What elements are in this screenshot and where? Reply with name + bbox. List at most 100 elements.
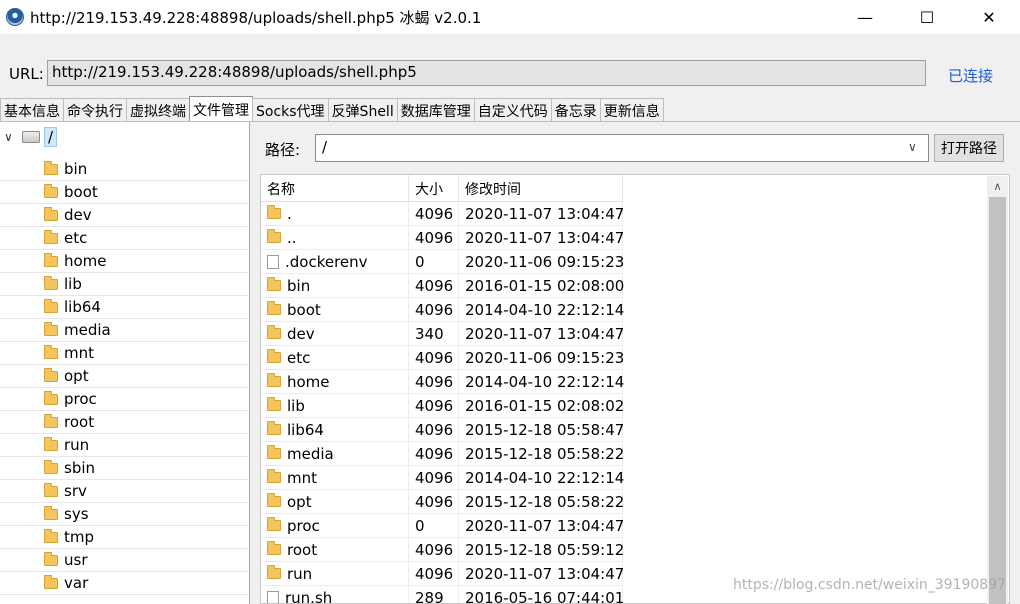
tree-item-tmp[interactable]: tmp	[0, 526, 248, 549]
tab-7[interactable]: 自定义代码	[473, 98, 552, 122]
cell-size: 0	[409, 250, 459, 273]
tree-root-label: /	[44, 127, 58, 147]
tree-item-etc[interactable]: etc	[0, 227, 248, 250]
tab-8[interactable]: 备忘录	[550, 98, 601, 122]
table-row[interactable]: boot 4096 2014-04-10 22:12:14	[261, 298, 624, 322]
tree-item-sys[interactable]: sys	[0, 503, 248, 526]
table-row[interactable]: home 4096 2014-04-10 22:12:14	[261, 370, 624, 394]
tab-9[interactable]: 更新信息	[599, 98, 664, 122]
table-row[interactable]: lib64 4096 2015-12-18 05:58:47	[261, 418, 624, 442]
cell-name: ..	[261, 226, 409, 249]
drive-icon	[22, 131, 40, 143]
scroll-up-icon[interactable]: ∧	[987, 176, 1008, 196]
column-header-mtime[interactable]: 修改时间	[459, 175, 623, 202]
cell-mtime: 2015-12-18 05:58:22	[459, 442, 624, 465]
folder-icon	[44, 482, 58, 497]
connection-status: 已连接	[948, 67, 994, 85]
table-row[interactable]: media 4096 2015-12-18 05:58:22	[261, 442, 624, 466]
file-name: .dockerenv	[285, 252, 368, 271]
directory-tree: ∨ / bin boot dev etc home lib lib64 media mnt opt…	[0, 122, 250, 604]
tree-item-label: lib	[64, 275, 82, 293]
chevron-down-icon[interactable]: ∨	[908, 140, 917, 154]
scroll-thumb[interactable]	[989, 197, 1006, 604]
minimize-button[interactable]: —	[834, 0, 896, 34]
table-row[interactable]: . 4096 2020-11-07 13:04:47	[261, 202, 624, 226]
cell-mtime: 2020-11-07 13:04:47	[459, 562, 624, 585]
tree-item-boot[interactable]: boot	[0, 181, 248, 204]
table-header: 名称 大小 修改时间	[261, 175, 623, 202]
table-row[interactable]: run.sh 289 2016-05-16 07:44:01	[261, 586, 624, 603]
table-row[interactable]: mnt 4096 2014-04-10 22:12:14	[261, 466, 624, 490]
app-logo-icon	[6, 8, 24, 26]
tree-item-lib64[interactable]: lib64	[0, 296, 248, 319]
path-select[interactable]: /	[315, 134, 929, 162]
tree-root-node[interactable]: ∨ /	[0, 126, 58, 148]
tree-item-mnt[interactable]: mnt	[0, 342, 248, 365]
tab-0[interactable]: 基本信息	[0, 98, 64, 122]
table-body: . 4096 2020-11-07 13:04:47.. 4096 2020-11-07…	[261, 202, 624, 603]
tree-item-home[interactable]: home	[0, 250, 248, 273]
cell-mtime: 2020-11-07 13:04:47	[459, 514, 624, 537]
folder-icon	[267, 421, 281, 435]
file-name: home	[287, 372, 330, 391]
file-name: proc	[287, 516, 320, 535]
folder-icon	[44, 551, 58, 566]
cell-mtime: 2016-01-15 02:08:00	[459, 274, 624, 297]
url-field[interactable]: http://219.153.49.228:48898/uploads/shel…	[47, 60, 926, 86]
cell-size: 4096	[409, 442, 459, 465]
tree-item-bin[interactable]: bin	[0, 158, 248, 181]
tree-item-lib[interactable]: lib	[0, 273, 248, 296]
cell-name: .	[261, 202, 409, 225]
tab-4[interactable]: Socks代理	[252, 98, 329, 122]
cell-mtime: 2015-12-18 05:58:22	[459, 490, 624, 513]
open-path-button[interactable]: 打开路径	[934, 134, 1004, 162]
table-row[interactable]: lib 4096 2016-01-15 02:08:02	[261, 394, 624, 418]
cell-name: run.sh	[261, 586, 409, 603]
file-icon	[267, 254, 279, 269]
table-row[interactable]: opt 4096 2015-12-18 05:58:22	[261, 490, 624, 514]
tree-item-run[interactable]: run	[0, 434, 248, 457]
tree-item-sbin[interactable]: sbin	[0, 457, 248, 480]
maximize-button[interactable]: ☐	[896, 0, 958, 34]
tab-6[interactable]: 数据库管理	[396, 98, 475, 122]
tree-item-usr[interactable]: usr	[0, 549, 248, 572]
tab-3[interactable]: 文件管理	[189, 96, 253, 122]
tree-item-srv[interactable]: srv	[0, 480, 248, 503]
tree-item-label: root	[64, 413, 95, 431]
cell-size: 4096	[409, 226, 459, 249]
table-row[interactable]: etc 4096 2020-11-06 09:15:23	[261, 346, 624, 370]
vertical-scrollbar[interactable]: ∧	[987, 176, 1008, 604]
folder-icon	[267, 301, 281, 315]
column-header-size[interactable]: 大小	[409, 175, 459, 202]
cell-mtime: 2015-12-18 05:59:12	[459, 538, 624, 561]
tree-item-label: home	[64, 252, 107, 270]
tree-item-proc[interactable]: proc	[0, 388, 248, 411]
cell-name: mnt	[261, 466, 409, 489]
folder-icon	[44, 160, 58, 175]
tree-item-root[interactable]: root	[0, 411, 248, 434]
table-row[interactable]: .dockerenv 0 2020-11-06 09:15:23	[261, 250, 624, 274]
table-row[interactable]: .. 4096 2020-11-07 13:04:47	[261, 226, 624, 250]
column-header-name[interactable]: 名称	[261, 175, 409, 202]
tree-item-dev[interactable]: dev	[0, 204, 248, 227]
file-name: root	[287, 540, 318, 559]
table-row[interactable]: bin 4096 2016-01-15 02:08:00	[261, 274, 624, 298]
file-name: media	[287, 444, 334, 463]
close-icon: ✕	[982, 7, 996, 27]
tab-5[interactable]: 反弹Shell	[327, 98, 398, 122]
table-row[interactable]: proc 0 2020-11-07 13:04:47	[261, 514, 624, 538]
table-row[interactable]: dev 340 2020-11-07 13:04:47	[261, 322, 624, 346]
close-button[interactable]: ✕	[958, 0, 1020, 34]
table-row[interactable]: root 4096 2015-12-18 05:59:12	[261, 538, 624, 562]
chevron-down-icon[interactable]: ∨	[4, 130, 22, 144]
folder-icon	[267, 445, 281, 459]
tab-2[interactable]: 虚拟终端	[126, 98, 190, 122]
tree-item-opt[interactable]: opt	[0, 365, 248, 388]
folder-icon	[44, 436, 58, 451]
folder-icon	[44, 413, 58, 428]
tab-1[interactable]: 命令执行	[63, 98, 127, 122]
table-row[interactable]: run 4096 2020-11-07 13:04:47	[261, 562, 624, 586]
tree-item-var[interactable]: var	[0, 572, 248, 595]
tree-item-label: lib64	[64, 298, 101, 316]
tree-item-media[interactable]: media	[0, 319, 248, 342]
